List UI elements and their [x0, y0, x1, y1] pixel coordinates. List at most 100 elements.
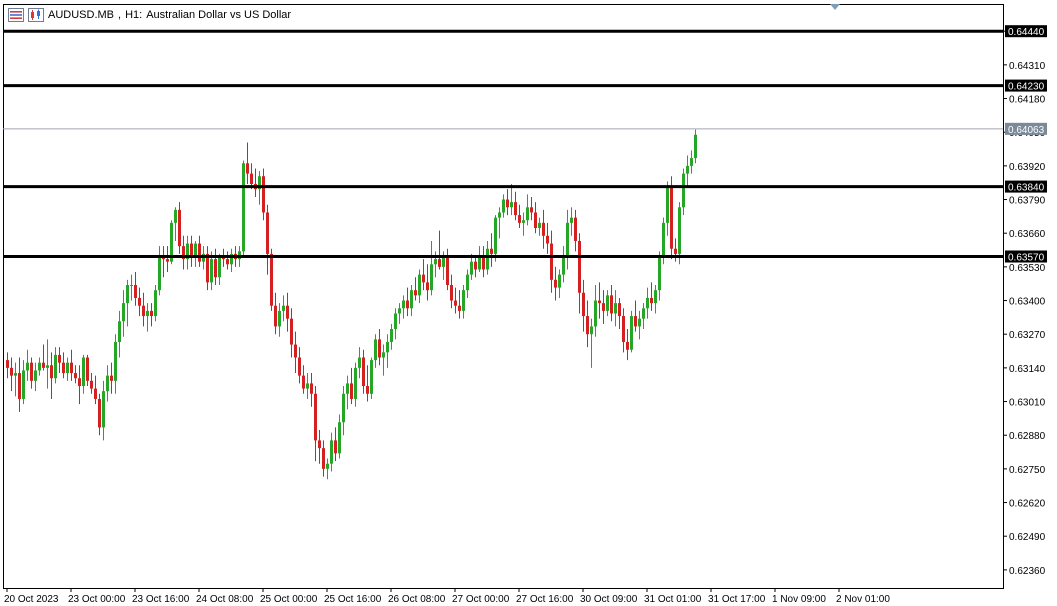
candle-body-bear	[214, 259, 217, 278]
candle-body-bear	[42, 362, 45, 368]
candle-body-bull	[538, 222, 541, 229]
candle-body-bear	[454, 300, 457, 306]
candle-body-bear	[274, 305, 277, 327]
candle-body-bear	[586, 316, 589, 335]
y-axis-tick-label: 0.63270	[1009, 330, 1046, 341]
candle-body-bear	[134, 284, 137, 298]
y-axis-tick-label: 0.63530	[1009, 263, 1046, 274]
candle-body-bull	[630, 316, 633, 350]
level-price-label: 0.63570	[1008, 253, 1045, 264]
candle-body-bull	[494, 217, 497, 254]
candle-body-bull	[154, 290, 157, 317]
candle-body-bear	[70, 362, 73, 374]
y-axis-tick-label: 0.64180	[1009, 95, 1046, 106]
candle-body-bear	[50, 365, 53, 379]
candle-body-bear	[266, 212, 269, 254]
candle-body-bull	[642, 308, 645, 319]
y-axis-tick-label: 0.64310	[1009, 61, 1046, 72]
candle-body-bear	[650, 297, 653, 304]
candle-body-bear	[554, 279, 557, 288]
x-axis-tick-label: 31 Oct 01:00	[644, 594, 702, 605]
candle-body-bull	[102, 391, 105, 428]
x-axis-tick-label: 27 Oct 16:00	[516, 594, 574, 605]
candle-body-bull	[330, 440, 333, 464]
candle-body-bull	[394, 313, 397, 330]
candle-body-bear	[578, 240, 581, 293]
x-axis-tick-label: 24 Oct 08:00	[196, 594, 254, 605]
candle-body-bull	[34, 370, 37, 381]
candle-body-bear	[670, 186, 673, 249]
candle-body-bull	[646, 297, 649, 309]
candle-body-bull	[122, 303, 125, 322]
y-axis-tick-label: 0.63010	[1009, 398, 1046, 409]
chart-symbol-icon[interactable]	[28, 8, 44, 22]
candle-body-bear	[298, 357, 301, 376]
candle-body-bear	[414, 290, 417, 296]
candle-body-bear	[10, 367, 13, 376]
y-axis-tick-label: 0.62490	[1009, 532, 1046, 543]
candle-body-bear	[314, 393, 317, 441]
candle-body-bull	[594, 300, 597, 327]
y-axis-tick-label: 0.63790	[1009, 196, 1046, 207]
candle-body-bull	[526, 207, 529, 221]
candle-body-bear	[530, 207, 533, 213]
x-axis-tick-label: 23 Oct 16:00	[132, 594, 190, 605]
candle-body-bear	[294, 344, 297, 358]
candle-body-bull	[306, 383, 309, 389]
candle-body-bull	[558, 274, 561, 288]
y-axis-tick-label: 0.63920	[1009, 162, 1046, 173]
candle-body-bull	[638, 318, 641, 327]
candle-body-bear	[98, 398, 101, 428]
candle-body-bull	[26, 362, 29, 371]
x-axis-tick-label: 2 Nov 01:00	[836, 594, 890, 605]
candle-body-bear	[322, 448, 325, 469]
candle-body-bull	[354, 367, 357, 399]
candle-body-bull	[690, 158, 693, 166]
candle-body-bear	[426, 282, 429, 291]
candle-body-bear	[270, 253, 273, 306]
candle-body-bull	[606, 295, 609, 311]
candle-body-bear	[310, 383, 313, 394]
y-axis-tick-label: 0.62360	[1009, 566, 1046, 577]
candle-body-bear	[458, 305, 461, 311]
candle-body-bull	[430, 264, 433, 291]
chart-list-icon[interactable]	[8, 8, 24, 22]
candle-body-bear	[546, 235, 549, 244]
candlestick-chart[interactable]: 0.644400.643100.641800.640500.639200.637…	[0, 0, 1057, 606]
chart-shift-marker[interactable]	[830, 4, 840, 10]
current-price-label: 0.64063	[1008, 125, 1045, 136]
candle-body-bear	[150, 310, 153, 317]
candle-body-bear	[450, 284, 453, 301]
candle-body-bull	[106, 375, 109, 392]
y-axis-tick-label: 0.62620	[1009, 499, 1046, 510]
candle-body-bear	[542, 222, 545, 236]
timeframe-label: H1:	[125, 9, 143, 21]
candle-body-bear	[674, 248, 677, 254]
candle-body-bull	[114, 341, 117, 381]
candle-body-bull	[498, 212, 501, 218]
candle-body-bear	[290, 318, 293, 345]
candle-body-bull	[126, 284, 129, 304]
candle-body-bear	[446, 256, 449, 285]
candle-body-bear	[74, 373, 77, 379]
y-axis-tick-label: 0.62750	[1009, 465, 1046, 476]
candle-body-bull	[382, 352, 385, 358]
y-axis-tick-label: 0.63660	[1009, 229, 1046, 240]
candle-body-bull	[174, 209, 177, 223]
level-price-label: 0.64230	[1008, 82, 1045, 93]
candle-body-bull	[14, 373, 17, 376]
candle-body-bear	[58, 354, 61, 363]
candle-body-bear	[482, 256, 485, 270]
candle-body-bear	[582, 292, 585, 317]
candle-body-bull	[158, 256, 161, 291]
x-axis-tick-label: 30 Oct 09:00	[580, 594, 638, 605]
level-price-label: 0.63840	[1008, 183, 1045, 194]
candle-body-bull	[566, 222, 569, 257]
candle-body-bull	[54, 354, 57, 379]
candle-body-bull	[478, 256, 481, 270]
candle-body-bull	[658, 256, 661, 291]
y-axis-tick-label: 0.63140	[1009, 364, 1046, 375]
candle-body-bear	[506, 199, 509, 208]
candle-body-bull	[590, 326, 593, 335]
candle-body-bear	[550, 243, 553, 280]
